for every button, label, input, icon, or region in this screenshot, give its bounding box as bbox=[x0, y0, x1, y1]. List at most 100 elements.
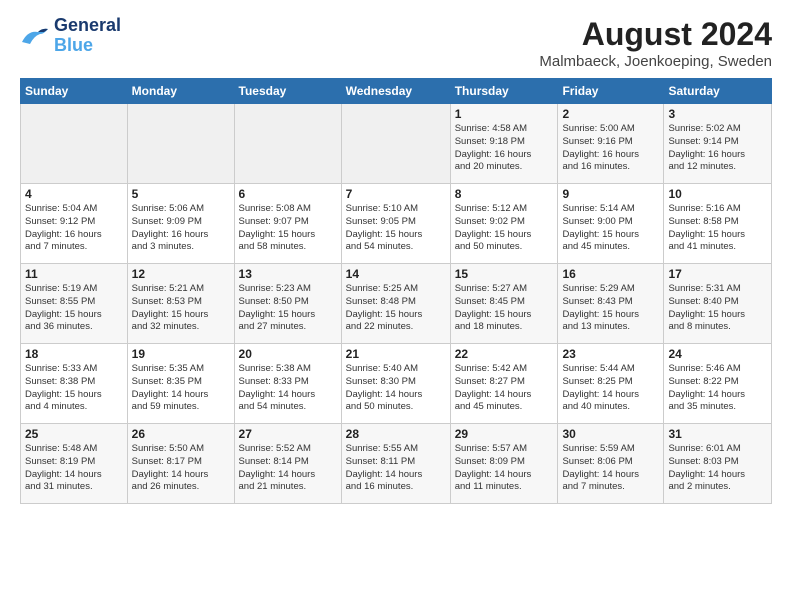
calendar-cell: 9Sunrise: 5:14 AM Sunset: 9:00 PM Daylig… bbox=[558, 184, 664, 264]
calendar-cell: 11 Sunrise: 5:19 AM Sunset: 8:55 PM Dayli… bbox=[21, 264, 128, 344]
calendar-cell: 15Sunrise: 5:27 AM Sunset: 8:45 PM Dayli… bbox=[450, 264, 558, 344]
subtitle: Malmbaeck, Joenkoeping, Sweden bbox=[539, 53, 772, 70]
day-number: 31 bbox=[668, 427, 767, 441]
calendar-cell: 3Sunrise: 5:02 AM Sunset: 9:14 PM Daylig… bbox=[664, 104, 772, 184]
calendar-cell: 7 Sunrise: 5:10 AM Sunset: 9:05 PM Daylig… bbox=[341, 184, 450, 264]
day-info: Sunrise: 5:00 AM Sunset: 9:16 PM Dayligh… bbox=[562, 123, 659, 174]
calendar-cell: 6 Sunrise: 5:08 AM Sunset: 9:07 PM Daylig… bbox=[234, 184, 341, 264]
logo-line1: General bbox=[54, 16, 121, 36]
day-number: 27 bbox=[239, 427, 337, 441]
day-number: 20 bbox=[239, 347, 337, 361]
day-header-friday: Friday bbox=[558, 79, 664, 104]
calendar-cell: 4 Sunrise: 5:04 AM Sunset: 9:12 PM Daylig… bbox=[21, 184, 128, 264]
calendar-cell: 17 Sunrise: 5:31 AM Sunset: 8:40 PM Dayli… bbox=[664, 264, 772, 344]
calendar-cell bbox=[127, 104, 234, 184]
calendar-cell: 27Sunrise: 5:52 AM Sunset: 8:14 PM Dayli… bbox=[234, 424, 341, 504]
calendar-cell: 20 Sunrise: 5:38 AM Sunset: 8:33 PM Dayli… bbox=[234, 344, 341, 424]
day-info: Sunrise: 5:59 AM Sunset: 8:06 PM Dayligh… bbox=[562, 443, 659, 494]
day-header-wednesday: Wednesday bbox=[341, 79, 450, 104]
day-info: Sunrise: 5:19 AM Sunset: 8:55 PM Dayligh… bbox=[25, 283, 123, 334]
day-number: 14 bbox=[346, 267, 446, 281]
calendar-header: SundayMondayTuesdayWednesdayThursdayFrid… bbox=[21, 79, 772, 104]
calendar-week-4: 18 Sunrise: 5:33 AM Sunset: 8:38 PM Dayli… bbox=[21, 344, 772, 424]
calendar-cell: 12 Sunrise: 5:21 AM Sunset: 8:53 PM Dayli… bbox=[127, 264, 234, 344]
day-number: 11 bbox=[25, 267, 123, 281]
calendar-cell: 23 Sunrise: 5:44 AM Sunset: 8:25 PM Dayli… bbox=[558, 344, 664, 424]
day-number: 7 bbox=[346, 187, 446, 201]
calendar-cell: 5Sunrise: 5:06 AM Sunset: 9:09 PM Daylig… bbox=[127, 184, 234, 264]
calendar-cell: 29Sunrise: 5:57 AM Sunset: 8:09 PM Dayli… bbox=[450, 424, 558, 504]
day-info: Sunrise: 5:21 AM Sunset: 8:53 PM Dayligh… bbox=[132, 283, 230, 334]
day-number: 18 bbox=[25, 347, 123, 361]
day-info: Sunrise: 5:35 AM Sunset: 8:35 PM Dayligh… bbox=[132, 363, 230, 414]
calendar-cell: 31 Sunrise: 6:01 AM Sunset: 8:03 PM Dayli… bbox=[664, 424, 772, 504]
calendar-cell: 10Sunrise: 5:16 AM Sunset: 8:58 PM Dayli… bbox=[664, 184, 772, 264]
calendar-cell: 21 Sunrise: 5:40 AM Sunset: 8:30 PM Dayli… bbox=[341, 344, 450, 424]
day-info: Sunrise: 6:01 AM Sunset: 8:03 PM Dayligh… bbox=[668, 443, 767, 494]
day-number: 30 bbox=[562, 427, 659, 441]
day-number: 15 bbox=[455, 267, 554, 281]
day-info: Sunrise: 5:12 AM Sunset: 9:02 PM Dayligh… bbox=[455, 203, 554, 254]
calendar-cell bbox=[341, 104, 450, 184]
calendar-cell: 18 Sunrise: 5:33 AM Sunset: 8:38 PM Dayli… bbox=[21, 344, 128, 424]
day-number: 28 bbox=[346, 427, 446, 441]
day-info: Sunrise: 5:38 AM Sunset: 8:33 PM Dayligh… bbox=[239, 363, 337, 414]
calendar-cell: 14 Sunrise: 5:25 AM Sunset: 8:48 PM Dayli… bbox=[341, 264, 450, 344]
day-info: Sunrise: 5:23 AM Sunset: 8:50 PM Dayligh… bbox=[239, 283, 337, 334]
day-info: Sunrise: 5:50 AM Sunset: 8:17 PM Dayligh… bbox=[132, 443, 230, 494]
day-header-tuesday: Tuesday bbox=[234, 79, 341, 104]
calendar-cell: 28 Sunrise: 5:55 AM Sunset: 8:11 PM Dayli… bbox=[341, 424, 450, 504]
calendar-cell: 8Sunrise: 5:12 AM Sunset: 9:02 PM Daylig… bbox=[450, 184, 558, 264]
day-number: 29 bbox=[455, 427, 554, 441]
day-info: Sunrise: 5:44 AM Sunset: 8:25 PM Dayligh… bbox=[562, 363, 659, 414]
calendar-cell bbox=[234, 104, 341, 184]
day-info: Sunrise: 5:40 AM Sunset: 8:30 PM Dayligh… bbox=[346, 363, 446, 414]
calendar-cell bbox=[21, 104, 128, 184]
calendar-cell: 13Sunrise: 5:23 AM Sunset: 8:50 PM Dayli… bbox=[234, 264, 341, 344]
day-number: 17 bbox=[668, 267, 767, 281]
day-info: Sunrise: 5:25 AM Sunset: 8:48 PM Dayligh… bbox=[346, 283, 446, 334]
title-area: August 2024 Malmbaeck, Joenkoeping, Swed… bbox=[539, 16, 772, 70]
day-number: 9 bbox=[562, 187, 659, 201]
calendar-cell: 24Sunrise: 5:46 AM Sunset: 8:22 PM Dayli… bbox=[664, 344, 772, 424]
day-header-sunday: Sunday bbox=[21, 79, 128, 104]
calendar-week-3: 11 Sunrise: 5:19 AM Sunset: 8:55 PM Dayli… bbox=[21, 264, 772, 344]
day-header-thursday: Thursday bbox=[450, 79, 558, 104]
day-number: 5 bbox=[132, 187, 230, 201]
day-info: Sunrise: 5:08 AM Sunset: 9:07 PM Dayligh… bbox=[239, 203, 337, 254]
day-info: Sunrise: 5:46 AM Sunset: 8:22 PM Dayligh… bbox=[668, 363, 767, 414]
day-info: Sunrise: 5:48 AM Sunset: 8:19 PM Dayligh… bbox=[25, 443, 123, 494]
day-number: 6 bbox=[239, 187, 337, 201]
day-info: Sunrise: 5:02 AM Sunset: 9:14 PM Dayligh… bbox=[668, 123, 767, 174]
main-title: August 2024 bbox=[539, 16, 772, 53]
day-number: 12 bbox=[132, 267, 230, 281]
logo-bird-icon bbox=[20, 24, 50, 48]
calendar-week-5: 25 Sunrise: 5:48 AM Sunset: 8:19 PM Dayli… bbox=[21, 424, 772, 504]
day-info: Sunrise: 5:55 AM Sunset: 8:11 PM Dayligh… bbox=[346, 443, 446, 494]
calendar-cell: 22Sunrise: 5:42 AM Sunset: 8:27 PM Dayli… bbox=[450, 344, 558, 424]
page: General Blue August 2024 Malmbaeck, Joen… bbox=[0, 0, 792, 612]
calendar-week-2: 4 Sunrise: 5:04 AM Sunset: 9:12 PM Daylig… bbox=[21, 184, 772, 264]
day-info: Sunrise: 5:04 AM Sunset: 9:12 PM Dayligh… bbox=[25, 203, 123, 254]
day-header-monday: Monday bbox=[127, 79, 234, 104]
logo-text: General Blue bbox=[54, 16, 121, 56]
day-number: 16 bbox=[562, 267, 659, 281]
calendar-cell: 1 Sunrise: 4:58 AM Sunset: 9:18 PM Daylig… bbox=[450, 104, 558, 184]
day-info: Sunrise: 5:10 AM Sunset: 9:05 PM Dayligh… bbox=[346, 203, 446, 254]
calendar-cell: 30 Sunrise: 5:59 AM Sunset: 8:06 PM Dayli… bbox=[558, 424, 664, 504]
day-number: 1 bbox=[455, 107, 554, 121]
day-number: 23 bbox=[562, 347, 659, 361]
day-number: 2 bbox=[562, 107, 659, 121]
day-number: 4 bbox=[25, 187, 123, 201]
calendar-cell: 19Sunrise: 5:35 AM Sunset: 8:35 PM Dayli… bbox=[127, 344, 234, 424]
calendar-cell: 2 Sunrise: 5:00 AM Sunset: 9:16 PM Daylig… bbox=[558, 104, 664, 184]
day-number: 21 bbox=[346, 347, 446, 361]
day-info: Sunrise: 5:31 AM Sunset: 8:40 PM Dayligh… bbox=[668, 283, 767, 334]
day-info: Sunrise: 5:42 AM Sunset: 8:27 PM Dayligh… bbox=[455, 363, 554, 414]
day-info: Sunrise: 5:33 AM Sunset: 8:38 PM Dayligh… bbox=[25, 363, 123, 414]
day-info: Sunrise: 4:58 AM Sunset: 9:18 PM Dayligh… bbox=[455, 123, 554, 174]
day-number: 25 bbox=[25, 427, 123, 441]
calendar-cell: 26Sunrise: 5:50 AM Sunset: 8:17 PM Dayli… bbox=[127, 424, 234, 504]
header: General Blue August 2024 Malmbaeck, Joen… bbox=[20, 16, 772, 70]
day-info: Sunrise: 5:16 AM Sunset: 8:58 PM Dayligh… bbox=[668, 203, 767, 254]
